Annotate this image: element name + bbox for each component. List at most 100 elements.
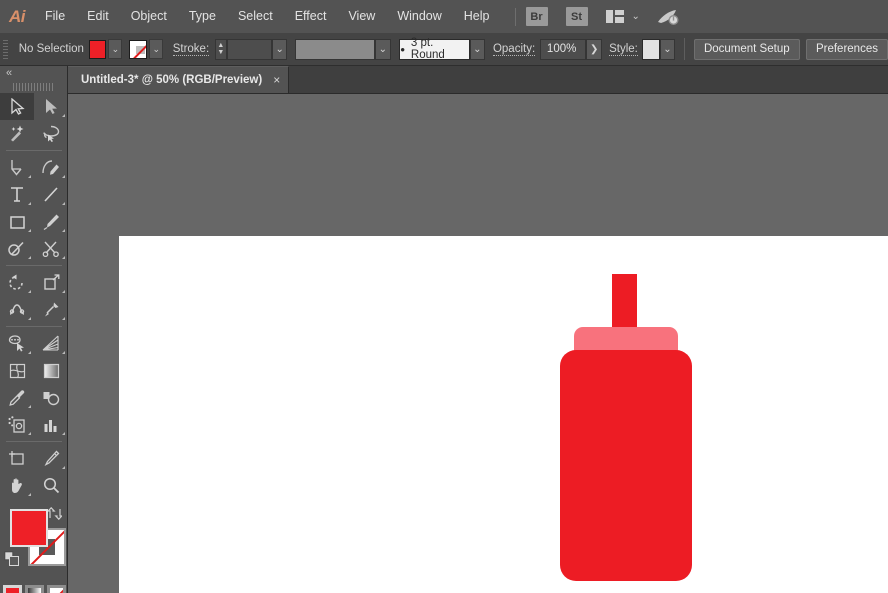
- rocket-icon[interactable]: [656, 8, 680, 26]
- eyedropper-tool[interactable]: [0, 384, 34, 411]
- flyout-triangle-icon: [28, 290, 31, 293]
- selection-tool[interactable]: [0, 93, 34, 120]
- artboard[interactable]: [119, 236, 888, 593]
- slice-tool[interactable]: [34, 445, 68, 472]
- tool-divider: [6, 265, 62, 266]
- shape-builder-tool[interactable]: [0, 330, 34, 357]
- bottle-body-shape[interactable]: [560, 350, 692, 581]
- menu-view[interactable]: View: [337, 0, 386, 33]
- hand-icon: [9, 477, 26, 494]
- flyout-triangle-icon: [62, 432, 65, 435]
- opacity-expand-icon[interactable]: ❯: [586, 39, 601, 60]
- type-tool[interactable]: [0, 181, 34, 208]
- default-fill-stroke-icon[interactable]: [4, 551, 20, 567]
- direct-selection-arrow-icon: [44, 98, 59, 115]
- graphic-style-swatch[interactable]: [642, 39, 660, 60]
- stroke-color-swatch[interactable]: [129, 40, 147, 59]
- tools-panel-header: «: [0, 66, 67, 80]
- tool-divider: [6, 150, 62, 151]
- mesh-tool[interactable]: [0, 357, 34, 384]
- column-graph-icon: [43, 417, 60, 433]
- stroke-weight-input[interactable]: [227, 39, 272, 60]
- style-chevron-icon[interactable]: ⌄: [660, 39, 675, 60]
- menu-help[interactable]: Help: [453, 0, 501, 33]
- type-t-icon: [9, 186, 25, 203]
- stroke-weight-stepper[interactable]: ▲ ▼: [215, 39, 227, 60]
- eyedropper-icon: [9, 389, 26, 406]
- brush-definition-chevron-icon[interactable]: ⌄: [470, 39, 485, 60]
- lasso-tool[interactable]: [34, 120, 68, 147]
- flyout-triangle-icon: [28, 493, 31, 496]
- collapse-panel-icon[interactable]: «: [6, 67, 10, 79]
- document-tab[interactable]: Untitled-3* @ 50% (RGB/Preview) ×: [68, 66, 289, 93]
- menu-type[interactable]: Type: [178, 0, 227, 33]
- menu-edit[interactable]: Edit: [76, 0, 120, 33]
- style-label[interactable]: Style:: [609, 43, 638, 56]
- scale-icon: [43, 274, 60, 291]
- arrange-chevron-down-icon[interactable]: ⌄: [632, 11, 640, 22]
- scissors-icon: [42, 240, 60, 257]
- bottle-nozzle-shape[interactable]: [612, 274, 637, 329]
- magic-wand-tool[interactable]: [0, 120, 34, 147]
- stroke-weight-chevron-icon[interactable]: ⌄: [272, 39, 287, 60]
- swap-fill-stroke-icon[interactable]: [48, 507, 62, 520]
- flyout-triangle-icon: [28, 351, 31, 354]
- opacity-label[interactable]: Opacity:: [493, 43, 535, 56]
- fill-proxy-swatch[interactable]: [10, 509, 48, 547]
- curvature-tool[interactable]: [34, 154, 68, 181]
- menu-effect[interactable]: Effect: [284, 0, 338, 33]
- preferences-button[interactable]: Preferences: [806, 39, 888, 60]
- width-tool[interactable]: [0, 296, 34, 323]
- mesh-icon: [9, 363, 26, 379]
- tools-panel-grip[interactable]: [0, 80, 67, 93]
- opacity-input[interactable]: 100%: [540, 39, 587, 60]
- perspective-grid-tool[interactable]: [34, 330, 68, 357]
- shaper-tool[interactable]: [0, 235, 34, 262]
- shape-builder-icon: [8, 335, 27, 352]
- color-button[interactable]: [3, 585, 22, 593]
- line-segment-tool[interactable]: [34, 181, 68, 208]
- stroke-profile-field[interactable]: [295, 39, 375, 60]
- menu-window[interactable]: Window: [386, 0, 452, 33]
- swap-arrows-glyph: [48, 507, 62, 520]
- illustrator-window: Ai File Edit Object Type Select Effect V…: [0, 0, 888, 593]
- menu-select[interactable]: Select: [227, 0, 284, 33]
- magnifier-icon: [43, 477, 60, 494]
- stroke-profile-chevron-icon[interactable]: ⌄: [375, 39, 390, 60]
- zoom-tool[interactable]: [34, 472, 68, 499]
- none-button[interactable]: [47, 585, 66, 593]
- menu-object[interactable]: Object: [120, 0, 178, 33]
- column-graph-tool[interactable]: [34, 411, 68, 438]
- brush-definition-field[interactable]: • 3 pt. Round: [399, 39, 469, 60]
- document-setup-button[interactable]: Document Setup: [694, 39, 800, 60]
- blend-tool[interactable]: [34, 384, 68, 411]
- flyout-triangle-icon: [62, 175, 65, 178]
- rotate-tool[interactable]: [0, 269, 34, 296]
- arrange-documents-icon[interactable]: [606, 10, 624, 23]
- paintbrush-tool[interactable]: [34, 208, 68, 235]
- direct-selection-tool[interactable]: [34, 93, 68, 120]
- scale-tool[interactable]: [34, 269, 68, 296]
- gradient-tool[interactable]: [34, 357, 68, 384]
- stroke-label[interactable]: Stroke:: [173, 43, 209, 56]
- stroke-dropdown-chevron-icon[interactable]: ⌄: [149, 39, 163, 59]
- fill-color-swatch[interactable]: [89, 40, 107, 59]
- hand-tool[interactable]: [0, 472, 34, 499]
- flyout-triangle-icon: [28, 405, 31, 408]
- eraser-tool[interactable]: [34, 235, 68, 262]
- control-bar: No Selection ⌄ ⌄ Stroke: ▲ ▼ ⌄ ⌄ • 3 pt.…: [0, 33, 888, 66]
- menu-file[interactable]: File: [34, 0, 76, 33]
- free-transform-tool[interactable]: [34, 296, 68, 323]
- lasso-icon: [42, 125, 60, 142]
- gradient-button[interactable]: [25, 585, 44, 593]
- canvas-area[interactable]: [68, 94, 888, 593]
- stock-button[interactable]: St: [566, 7, 588, 26]
- control-bar-grip[interactable]: [3, 33, 12, 66]
- close-icon[interactable]: ×: [273, 74, 280, 86]
- pen-tool[interactable]: [0, 154, 34, 181]
- bridge-button[interactable]: Br: [526, 7, 548, 26]
- artboard-tool[interactable]: [0, 445, 34, 472]
- symbol-sprayer-tool[interactable]: [0, 411, 34, 438]
- rectangle-tool[interactable]: [0, 208, 34, 235]
- fill-dropdown-chevron-icon[interactable]: ⌄: [108, 39, 122, 59]
